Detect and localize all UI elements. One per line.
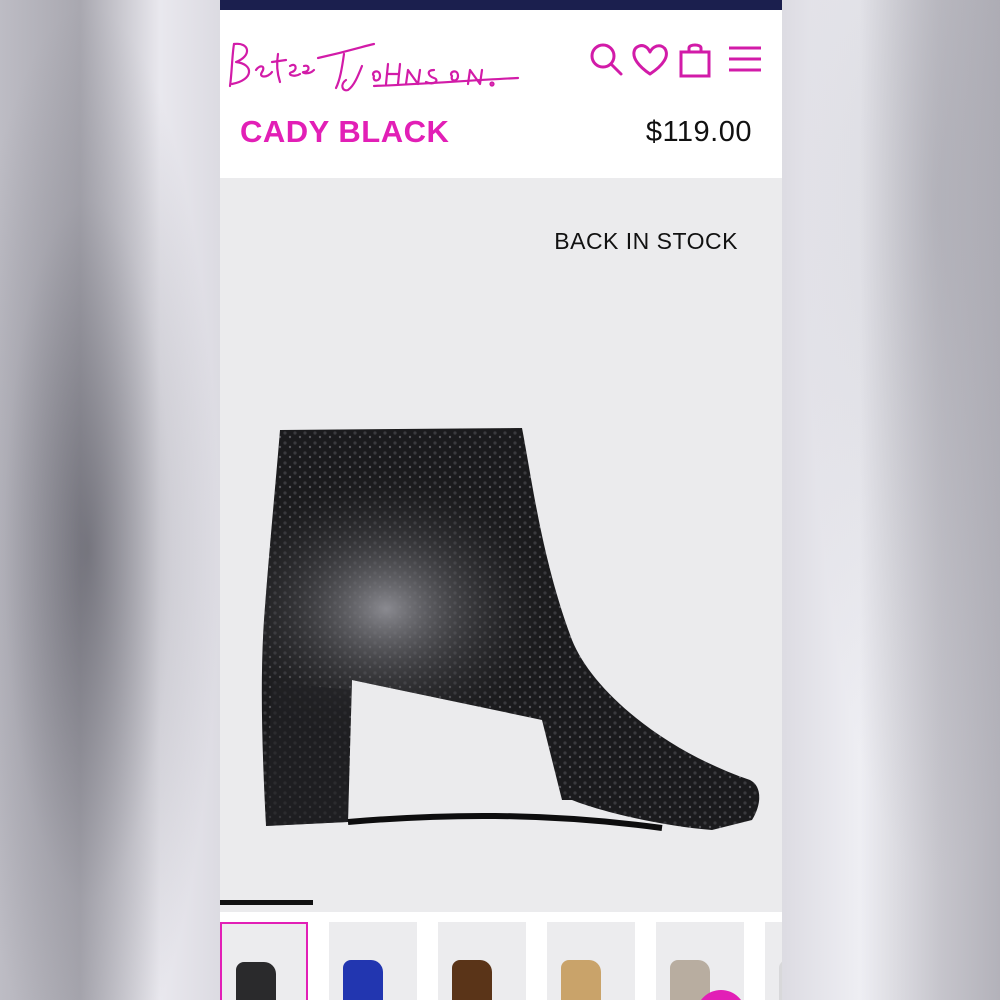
shopping-bag-icon[interactable] [675,40,715,80]
phone-screen: CADY BLACK $119.00 BACK IN STOCK [220,0,782,1000]
thumbnail-bronze[interactable] [438,922,526,1000]
thumbnail-gold[interactable] [547,922,635,1000]
thumbnail-boot [779,960,782,1000]
thumbnail-blue[interactable] [329,922,417,1000]
status-bar [220,0,782,10]
thumbnail-white[interactable] [765,922,782,1000]
thumbnail-boot [561,960,601,1000]
search-icon[interactable] [586,40,626,80]
background-blur-right [782,0,1000,1000]
thumbnail-boot [452,960,492,1000]
background-blur-left [0,0,220,1000]
thumbnail-boot [236,962,276,1000]
thumbnail-boot [670,960,710,1000]
product-title: CADY BLACK [240,114,450,149]
brand-logo[interactable] [224,36,524,96]
product-image[interactable] [242,420,772,840]
thumbnail-boot [343,960,383,1000]
gallery-progress-bar [220,900,313,905]
thumbnail-silver[interactable] [656,922,744,1000]
stock-status-label: BACK IN STOCK [554,228,738,254]
menu-icon[interactable] [725,40,765,80]
product-price: $119.00 [645,116,752,148]
thumbnail-black[interactable] [220,922,308,1000]
site-header: CADY BLACK $119.00 [220,10,782,178]
heart-icon[interactable] [630,40,670,80]
